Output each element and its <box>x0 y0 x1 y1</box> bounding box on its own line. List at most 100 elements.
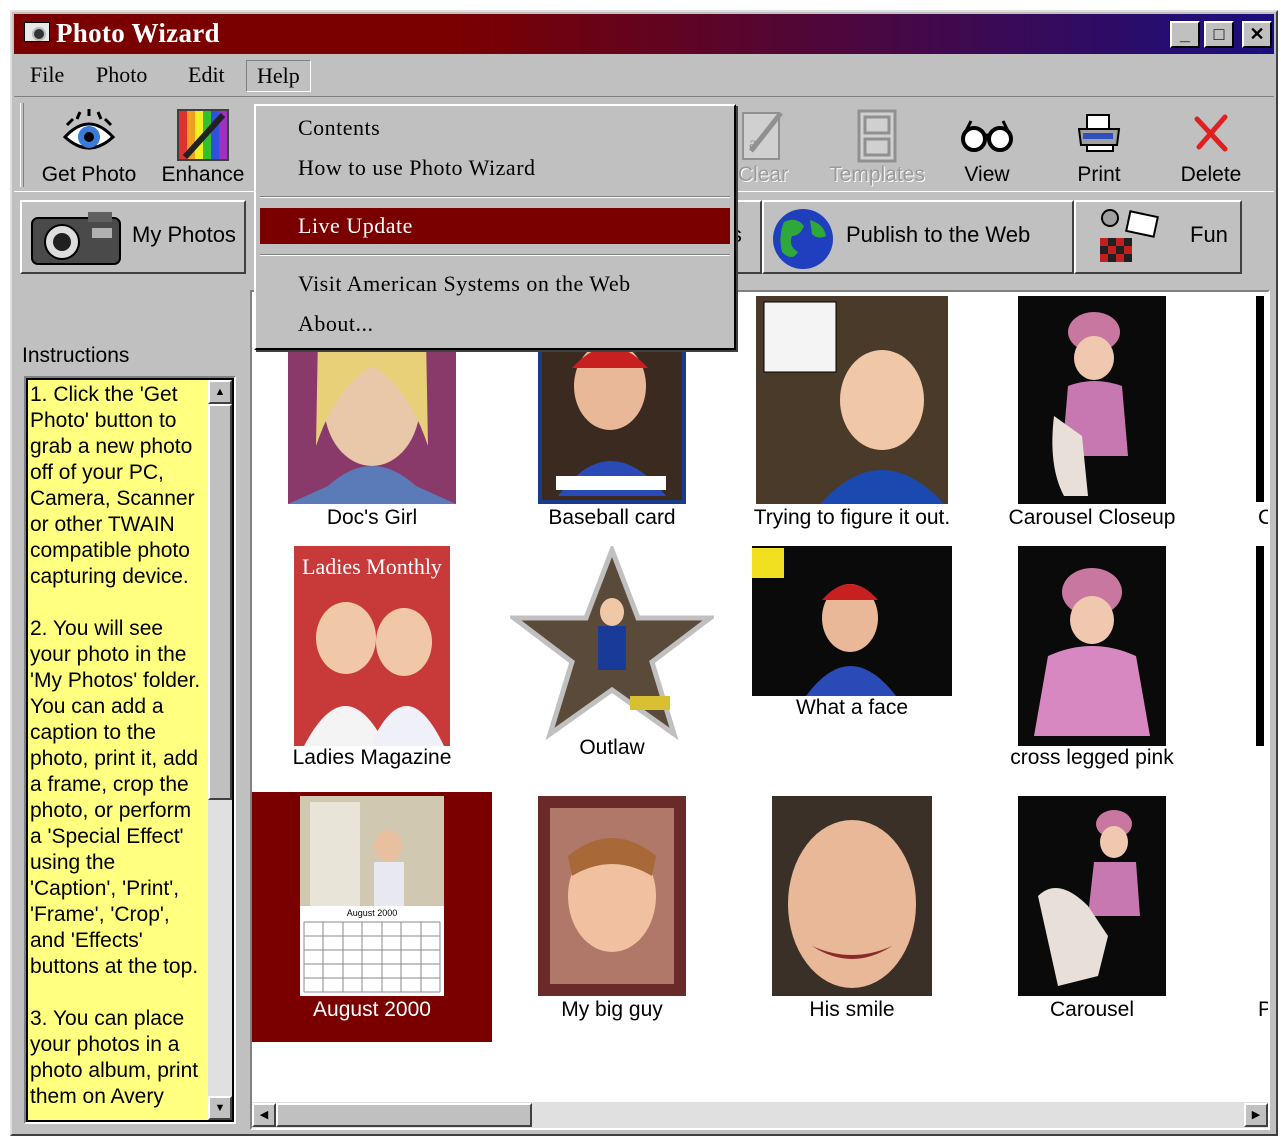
photo-item[interactable]: His smile <box>732 792 972 1042</box>
photo-caption: Baseball card <box>548 506 676 529</box>
photo-item[interactable]: Ladies Monthly Ladies Magazine <box>252 542 492 792</box>
tab-my-photos[interactable]: My Photos <box>20 200 246 274</box>
photo-item-partial[interactable]: P <box>1252 792 1268 1042</box>
help-live-update-item[interactable]: Live Update <box>260 208 730 244</box>
templates-label: Templates <box>829 163 925 186</box>
photo-thumbnail <box>772 796 932 996</box>
photo-caption: Carousel Closeup <box>1008 506 1176 529</box>
tab-fun-label: Fun <box>1190 222 1228 247</box>
photo-caption: His smile <box>809 998 895 1021</box>
instructions-label: Instructions <box>22 344 130 367</box>
print-label: Print <box>1077 163 1121 186</box>
enhance-button[interactable]: Enhance <box>148 101 258 191</box>
photo-item[interactable]: cross legged pink <box>972 542 1212 792</box>
svg-text:a: a <box>749 133 757 153</box>
photo-caption: August 2000 <box>313 998 431 1021</box>
photo-thumbnail <box>538 796 686 996</box>
photo-caption: cross legged pink <box>1010 746 1174 769</box>
scroll-left-icon[interactable]: ◀ <box>252 1103 276 1127</box>
minimize-button[interactable]: _ <box>1170 21 1200 48</box>
eye-icon <box>62 109 116 150</box>
photo-caption: C <box>1258 506 1268 530</box>
photo-item[interactable]: Outlaw <box>492 542 732 792</box>
camera-icon[interactable] <box>24 22 50 42</box>
photo-caption: Outlaw <box>579 736 645 759</box>
photo-item[interactable]: What a face <box>732 542 972 792</box>
photo-thumbnail <box>752 546 952 696</box>
enhance-label: Enhance <box>161 163 245 186</box>
photo-thumbnail <box>1018 796 1166 996</box>
magazine-title: Ladies Monthly <box>302 554 442 579</box>
instructions-text: 1. Click the 'Get Photo' button to grab … <box>28 380 208 1120</box>
menu-help[interactable]: Help <box>246 60 311 92</box>
photo-caption: What a face <box>795 696 909 719</box>
maximize-button[interactable]: □ <box>1204 21 1234 48</box>
globe-icon <box>773 209 833 269</box>
get-photo-label: Get Photo <box>41 163 137 186</box>
photo-caption: Carousel <box>1049 998 1135 1021</box>
photo-item[interactable]: Trying to figure it out. <box>732 292 972 542</box>
scroll-down-icon[interactable]: ▼ <box>208 1096 232 1120</box>
photo-caption: P <box>1258 998 1268 1022</box>
menu-photo[interactable]: Photo <box>86 60 157 92</box>
help-contents-item[interactable]: Contents <box>260 110 730 146</box>
delete-button[interactable]: Delete <box>1156 101 1266 191</box>
toolbar-grip[interactable] <box>20 103 24 187</box>
photo-item-selected[interactable]: August 2000 August 2000 <box>252 792 492 1042</box>
photo-caption: Ladies Magazine <box>292 746 452 769</box>
photo-thumbnail <box>1256 546 1264 746</box>
photo-item[interactable]: Carousel Closeup <box>972 292 1212 542</box>
instructions-scrollbar[interactable]: ▲ ▼ <box>208 380 232 1120</box>
photo-caption: Doc's Girl <box>326 506 418 529</box>
tab-fun[interactable]: Fun <box>1074 200 1242 274</box>
printer-icon <box>1077 114 1121 152</box>
photo-thumbnail <box>1018 296 1166 504</box>
close-button[interactable]: ✕ <box>1242 21 1272 48</box>
photo-item[interactable]: My big guy <box>492 792 732 1042</box>
title-bar[interactable]: Photo Wizard _ □ ✕ <box>14 14 1274 54</box>
scroll-thumb[interactable] <box>208 404 232 800</box>
photo-gallery: Doc's Girl Baseball card Trying to figur… <box>250 290 1270 1130</box>
camera-icon <box>31 212 121 265</box>
templates-button[interactable]: Templates <box>822 101 932 191</box>
photo-thumbnail: Ladies Monthly <box>294 546 450 746</box>
photo-item-partial[interactable]: C <box>1252 292 1268 542</box>
menu-bar: File Photo Edit Help <box>14 56 1274 94</box>
photo-thumbnail <box>1256 296 1264 502</box>
calendar-month: August 2000 <box>347 908 398 918</box>
tab-publish-web[interactable]: Publish to the Web <box>762 200 1074 274</box>
scroll-up-icon[interactable]: ▲ <box>208 380 232 404</box>
app-window: Photo Wizard _ □ ✕ File Photo Edit Help … <box>10 10 1278 1136</box>
photo-thumbnail <box>1018 546 1166 746</box>
window-title: Photo Wizard <box>56 18 220 48</box>
menu-edit[interactable]: Edit <box>178 60 235 92</box>
help-visit-web-item[interactable]: Visit American Systems on the Web <box>260 266 730 302</box>
template-icon <box>857 109 897 163</box>
instructions-panel: Instructions 1. Click the 'Get Photo' bu… <box>14 280 242 1128</box>
photo-item[interactable]: Carousel <box>972 792 1212 1042</box>
photo-item-partial[interactable] <box>1252 542 1268 792</box>
help-menu-dropdown: Contents How to use Photo Wizard Live Up… <box>254 104 736 350</box>
delete-x-icon <box>1194 114 1228 152</box>
scroll-right-icon[interactable]: ▶ <box>1244 1103 1268 1127</box>
help-how-to-item[interactable]: How to use Photo Wizard <box>260 150 730 186</box>
clear-document-icon: a <box>742 111 783 160</box>
menu-separator <box>260 254 730 256</box>
get-photo-button[interactable]: Get Photo <box>34 101 144 191</box>
paint-palette-icon <box>177 109 229 161</box>
view-label: View <box>964 163 1010 186</box>
photo-thumbnail: August 2000 <box>300 796 444 996</box>
glasses-icon <box>961 120 1013 152</box>
tab-publish-label: Publish to the Web <box>846 222 1031 247</box>
instructions-box: 1. Click the 'Get Photo' button to grab … <box>24 376 236 1124</box>
gallery-scrollbar[interactable]: ◀ ▶ <box>252 1102 1268 1128</box>
menu-file[interactable]: File <box>20 60 74 92</box>
photo-caption: Trying to figure it out. <box>753 506 951 529</box>
photo-thumbnail <box>756 296 948 504</box>
scroll-thumb[interactable] <box>276 1103 532 1127</box>
help-about-item[interactable]: About... <box>260 306 730 342</box>
tab-my-photos-label: My Photos <box>132 222 236 247</box>
print-button[interactable]: Print <box>1044 101 1154 191</box>
photo-thumbnail <box>510 546 714 740</box>
view-button[interactable]: View <box>932 101 1042 191</box>
